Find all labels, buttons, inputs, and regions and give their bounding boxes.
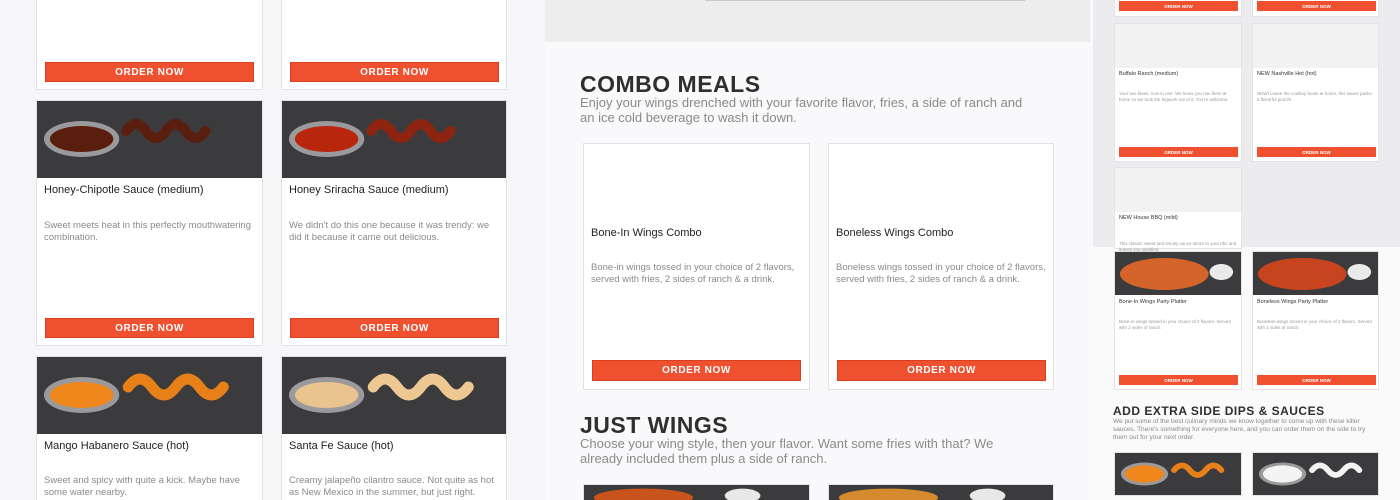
combo-meals-heading: COMBO MEALS [580,71,761,97]
divider [705,0,1025,1]
extra-dips-intro: We put some of the best culinary minds w… [1113,418,1366,441]
combo-meals-intro: Enjoy your wings drenched with your favo… [580,95,1023,125]
order-now-button[interactable]: ORDER NOW [290,318,499,338]
sauce-description: Creamy jalapeño cilantro sauce. Not quit… [289,475,494,498]
sauce-title: NEW House BBQ (mild) [1119,215,1178,221]
sauce-title: NEW Nashville Hot (hot) [1257,71,1317,77]
combo-title: Bone-In Wings Combo [591,227,702,239]
sauce-image-placeholder [1115,24,1241,68]
combo-card: Bone-In Wings Combo Bone-in wings tossed… [583,143,810,390]
extra-dip-image [1252,452,1379,496]
platter-title: Bone-In Wings Party Platter [1119,299,1187,305]
order-now-button[interactable]: ORDER NOW [290,62,499,82]
order-now-button[interactable]: ORDER NOW [45,318,254,338]
sauce-card: ORDER NOW [1252,0,1379,17]
order-now-button[interactable]: ORDER NOW [1119,147,1238,157]
santa-fe-sauce-image [282,357,506,434]
mango-habanero-sauce-image [37,357,262,434]
order-now-button[interactable]: ORDER NOW [1119,1,1238,11]
sauce-card: Mango Habanero Sauce (hot) Sweet and spi… [36,356,263,500]
bone-in-wings-image [583,484,810,500]
platter-card: Bone-In Wings Party Platter Bone-in wing… [1114,251,1242,390]
sauce-description: Sweet meets heat in this perfectly mouth… [44,220,251,243]
sauce-title: Santa Fe Sauce (hot) [289,440,394,452]
extra-dips-heading: ADD EXTRA SIDE DIPS & SAUCES [1113,404,1325,418]
sauce-card: ORDER NOW [36,0,263,90]
order-now-button[interactable]: ORDER NOW [592,360,801,381]
combo-description: Boneless wings tossed in your choice of … [836,262,1046,285]
sauce-card: Honey-Chipotle Sauce (medium) Sweet meet… [36,100,263,346]
order-now-button[interactable]: ORDER NOW [1257,1,1376,11]
boneless-platter-image [1253,252,1378,295]
sauce-menu-column: ORDER NOW ORDER NOW Honey-Chipotle Sauce… [0,0,545,500]
header-band [545,0,1090,42]
extra-dip-image [1114,452,1242,496]
order-now-button[interactable]: ORDER NOW [1257,375,1376,385]
order-now-button[interactable]: ORDER NOW [45,62,254,82]
sauce-card: Honey Sriracha Sauce (medium) We didn't … [281,100,507,346]
combo-card: Boneless Wings Combo Boneless wings toss… [828,143,1054,390]
platter-description: Bone-in wings tossed in your choice of 2… [1119,319,1231,330]
bone-in-platter-image [1115,252,1241,295]
sauce-card: NEW Nashville Hot (hot) NEW! Leave the c… [1252,23,1379,162]
order-now-button[interactable]: ORDER NOW [1119,375,1238,385]
sauce-image-placeholder [1115,168,1241,212]
sauce-title: Honey-Chipotle Sauce (medium) [44,184,204,196]
sauce-card: NEW House BBQ (mild) This classic sweet … [1114,167,1242,252]
sauce-description: NEW! Leave the cowboy boots at home, thi… [1257,91,1372,102]
order-now-button[interactable]: ORDER NOW [1257,147,1376,157]
sauce-card: Buffalo Ranch (medium) Your two faves, n… [1114,23,1242,162]
sauce-card: Santa Fe Sauce (hot) Creamy jalapeño cil… [281,356,507,500]
honey-chipotle-sauce-image [37,101,262,178]
combo-menu-column: COMBO MEALS Enjoy your wings drenched wi… [545,0,1093,500]
zoomed-menu-column: ORDER NOW ORDER NOW Buffalo Ranch (mediu… [1093,0,1400,500]
sauce-title: Honey Sriracha Sauce (medium) [289,184,449,196]
combo-title: Boneless Wings Combo [836,227,954,239]
sauce-title: Mango Habanero Sauce (hot) [44,440,189,452]
boneless-wings-image [828,484,1054,500]
platter-card: Boneless Wings Party Platter Boneless wi… [1252,251,1379,390]
sauce-image-placeholder [1253,24,1378,68]
sauce-title: Buffalo Ranch (medium) [1119,71,1179,77]
order-now-button[interactable]: ORDER NOW [837,360,1046,381]
sauce-card: ORDER NOW [281,0,507,90]
sauce-description: Sweet and spicy with quite a kick. Maybe… [44,475,240,498]
sauce-description: We didn't do this one because it was tre… [289,220,490,243]
sauce-description: Your two faves, now in one. We know you … [1119,91,1229,102]
sauce-card: ORDER NOW [1114,0,1242,17]
honey-sriracha-sauce-image [282,101,506,178]
platter-description: Boneless wings tossed in your choice of … [1257,319,1372,330]
just-wings-heading: JUST WINGS [580,412,729,438]
platter-title: Boneless Wings Party Platter [1257,299,1329,305]
combo-description: Bone-in wings tossed in your choice of 2… [591,262,795,285]
just-wings-intro: Choose your wing style, then your flavor… [580,436,994,466]
